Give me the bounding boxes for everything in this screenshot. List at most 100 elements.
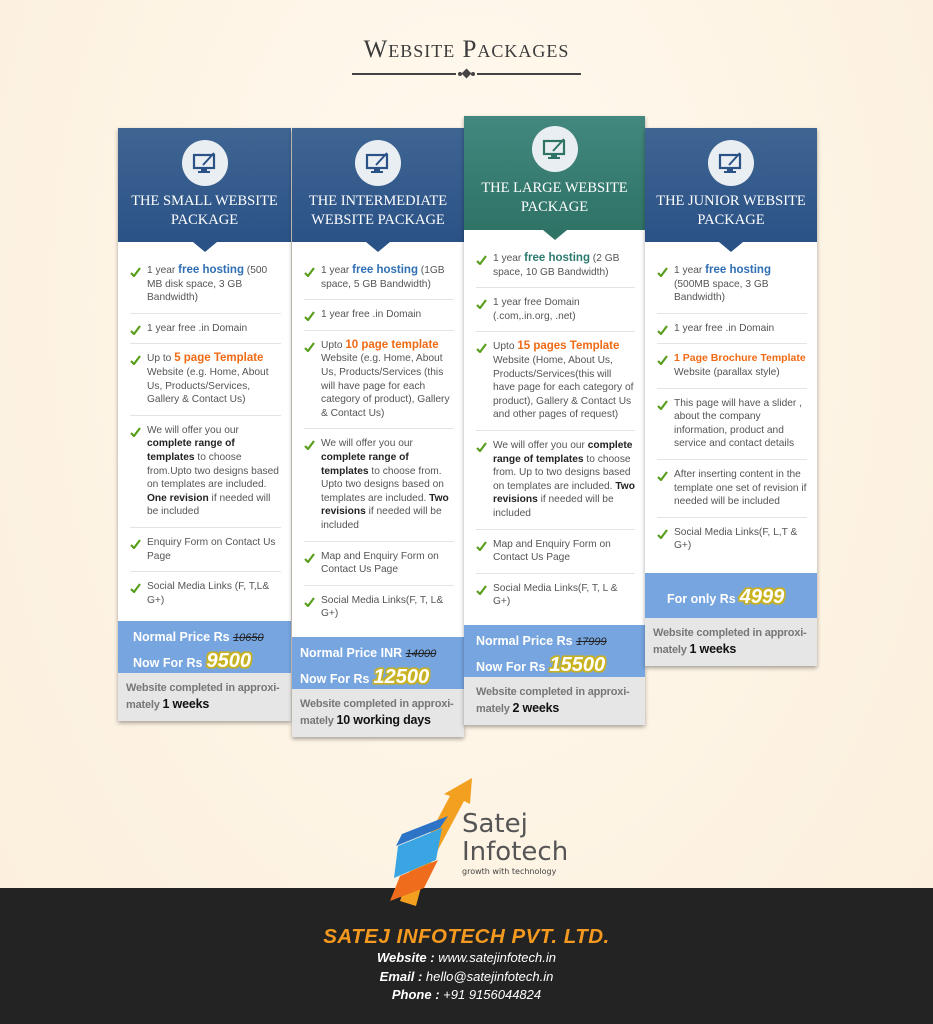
feature-item: 1 year free .in Domain bbox=[130, 314, 281, 345]
package-title-line1: THE INTERMEDIATE bbox=[308, 193, 448, 209]
package-title-line1: THE SMALL WEBSITE bbox=[131, 193, 278, 209]
feature-item: Enquiry Form on Contact Us Page bbox=[130, 528, 281, 573]
package-title-line2: PACKAGE bbox=[170, 212, 239, 228]
feature-item: We will offer you our complete range of … bbox=[476, 431, 635, 530]
completion-note: Website completed in approxi- mately 1 w… bbox=[118, 673, 291, 722]
phone-number: +91 9156044824 bbox=[443, 987, 542, 1002]
monitor-pen-icon bbox=[181, 140, 228, 186]
package-header: THE SMALL WEBSITE PACKAGE bbox=[118, 128, 291, 252]
feature-item: Upto 15 pages Template Website (Home, Ab… bbox=[476, 332, 635, 431]
website-link[interactable]: www.satejinfotech.in bbox=[438, 950, 556, 965]
check-icon bbox=[476, 442, 487, 457]
completion-note: Website completed in approxi- mately 2 w… bbox=[464, 676, 645, 725]
check-icon bbox=[130, 325, 141, 340]
check-icon bbox=[657, 355, 668, 370]
package-card-junior: THE JUNIOR WEBSITE PACKAGE 1 year free h… bbox=[645, 128, 817, 666]
footer-website: Website : www.satejinfotech.in bbox=[377, 950, 556, 965]
package-card-large: THE LARGE WEBSITE PACKAGE 1 year free ho… bbox=[464, 116, 645, 725]
email-link[interactable]: hello@satejinfotech.in bbox=[426, 969, 553, 984]
normal-price: 17999 bbox=[576, 635, 607, 648]
feature-item: 1 year free .in Domain bbox=[657, 314, 807, 345]
now-price: 4999 bbox=[739, 585, 785, 608]
duration: 2 weeks bbox=[512, 700, 560, 715]
package-title-line2: PACKAGE bbox=[520, 199, 589, 215]
completion-note: Website completed in approxi- mately 10 … bbox=[292, 688, 464, 737]
feature-item: 1 year free hosting (500MB space, 3 GB B… bbox=[657, 256, 807, 314]
package-header: THE LARGE WEBSITE PACKAGE bbox=[464, 116, 645, 240]
check-icon bbox=[304, 342, 315, 357]
feature-list: 1 year free hosting (500MB space, 3 GB B… bbox=[645, 242, 817, 573]
price-band: Normal Price INR 14000 Now For Rs 12500 bbox=[292, 636, 464, 689]
feature-item: 1 Page Brochure Template Website (parall… bbox=[657, 344, 807, 389]
feature-item: This page will have a slider , about the… bbox=[657, 389, 807, 460]
completion-note: Website completed in approxi- mately 1 w… bbox=[645, 617, 817, 666]
feature-item: 1 year free hosting (500 MB disk space, … bbox=[130, 256, 281, 314]
now-price-label: Now For Rs bbox=[300, 671, 370, 686]
check-icon bbox=[304, 440, 315, 455]
feature-item: We will offer you our complete range of … bbox=[304, 429, 454, 542]
normal-price: 10650 bbox=[233, 632, 264, 645]
price-band: Normal Price Rs 10650 Now For Rs 9500 bbox=[118, 621, 291, 674]
duration: 1 weeks bbox=[689, 641, 737, 656]
feature-item: Social Media Links (F, T,L& G+) bbox=[130, 572, 281, 621]
package-title-line2: WEBSITE PACKAGE bbox=[311, 212, 445, 228]
page-title: Website Packages bbox=[363, 36, 570, 63]
feature-list: 1 year free hosting (500 MB disk space, … bbox=[118, 242, 291, 621]
check-icon bbox=[304, 552, 315, 568]
feature-item: Social Media Links(F, T, L& G+) bbox=[304, 586, 454, 637]
feature-item: Upto 10 page template Website (e.g. Home… bbox=[304, 331, 454, 430]
duration: 1 weeks bbox=[162, 697, 210, 712]
feature-item: Social Media Links(F, L,T & G+) bbox=[657, 518, 807, 573]
check-icon bbox=[657, 267, 668, 282]
check-icon bbox=[130, 427, 141, 442]
feature-item: 1 year free hosting (1GB space, 5 GB Ban… bbox=[304, 256, 454, 301]
price-only-label: For only Rs bbox=[667, 591, 736, 606]
price-band: Normal Price Rs 17999 Now For Rs 15500 bbox=[464, 624, 645, 677]
logo-name-line1: Satej bbox=[462, 809, 528, 839]
check-icon bbox=[657, 471, 668, 486]
normal-price-label: Normal Price INR bbox=[300, 645, 403, 660]
feature-item: 1 year free .in Domain bbox=[304, 300, 454, 331]
feature-item: 1 year free Domain (.com,.in.org, .net) bbox=[476, 288, 635, 333]
package-header: THE JUNIOR WEBSITE PACKAGE bbox=[645, 128, 817, 252]
now-price: 9500 bbox=[206, 650, 251, 673]
now-price: 15500 bbox=[549, 653, 606, 676]
footer-email: Email : hello@satejinfotech.in bbox=[379, 968, 554, 984]
check-icon bbox=[657, 399, 668, 415]
feature-list: 1 year free hosting (1GB space, 5 GB Ban… bbox=[292, 242, 464, 637]
check-icon bbox=[130, 355, 141, 370]
check-icon bbox=[304, 311, 315, 326]
check-icon bbox=[304, 597, 315, 612]
normal-price-label: Normal Price Rs bbox=[476, 633, 573, 648]
package-card-intermediate: THE INTERMEDIATE WEBSITE PACKAGE 1 year … bbox=[292, 128, 464, 737]
price-band: For only Rs 4999 bbox=[645, 572, 817, 618]
company-name: SATEJ INFOTECH PVT. LTD. bbox=[323, 925, 610, 948]
check-icon bbox=[476, 585, 487, 600]
feature-item: Social Media Links(F, T, L & G+) bbox=[476, 574, 635, 625]
package-title-line1: THE LARGE WEBSITE bbox=[481, 180, 628, 196]
feature-item: We will offer you our complete range of … bbox=[130, 416, 281, 528]
feature-list: 1 year free hosting (2 GB space, 10 GB B… bbox=[464, 230, 645, 625]
check-icon bbox=[130, 583, 141, 598]
logo-tagline: growth with technology bbox=[462, 867, 557, 876]
feature-item: Up to 5 page Template Website (e.g. Home… bbox=[130, 344, 281, 416]
now-price-label: Now For Rs bbox=[476, 659, 546, 674]
check-icon bbox=[657, 325, 668, 340]
package-title-line2: PACKAGE bbox=[697, 212, 765, 228]
normal-price-label: Normal Price Rs bbox=[133, 630, 230, 645]
package-header: THE INTERMEDIATE WEBSITE PACKAGE bbox=[292, 128, 464, 252]
monitor-pen-icon bbox=[355, 140, 401, 186]
check-icon bbox=[476, 540, 487, 556]
check-icon bbox=[476, 299, 487, 314]
check-icon bbox=[657, 529, 668, 544]
now-price: 12500 bbox=[373, 665, 430, 688]
check-icon bbox=[476, 255, 487, 270]
now-price-label: Now For Rs bbox=[133, 656, 203, 671]
check-icon bbox=[304, 267, 315, 282]
company-logo: Satej Infotech growth with technology bbox=[380, 776, 568, 916]
check-icon bbox=[130, 267, 141, 282]
check-icon bbox=[476, 343, 487, 358]
normal-price: 14000 bbox=[405, 647, 437, 660]
feature-item: Map and Enquiry Form on Contact Us Page bbox=[304, 542, 454, 586]
package-card-small: THE SMALL WEBSITE PACKAGE 1 year free ho… bbox=[118, 128, 291, 722]
